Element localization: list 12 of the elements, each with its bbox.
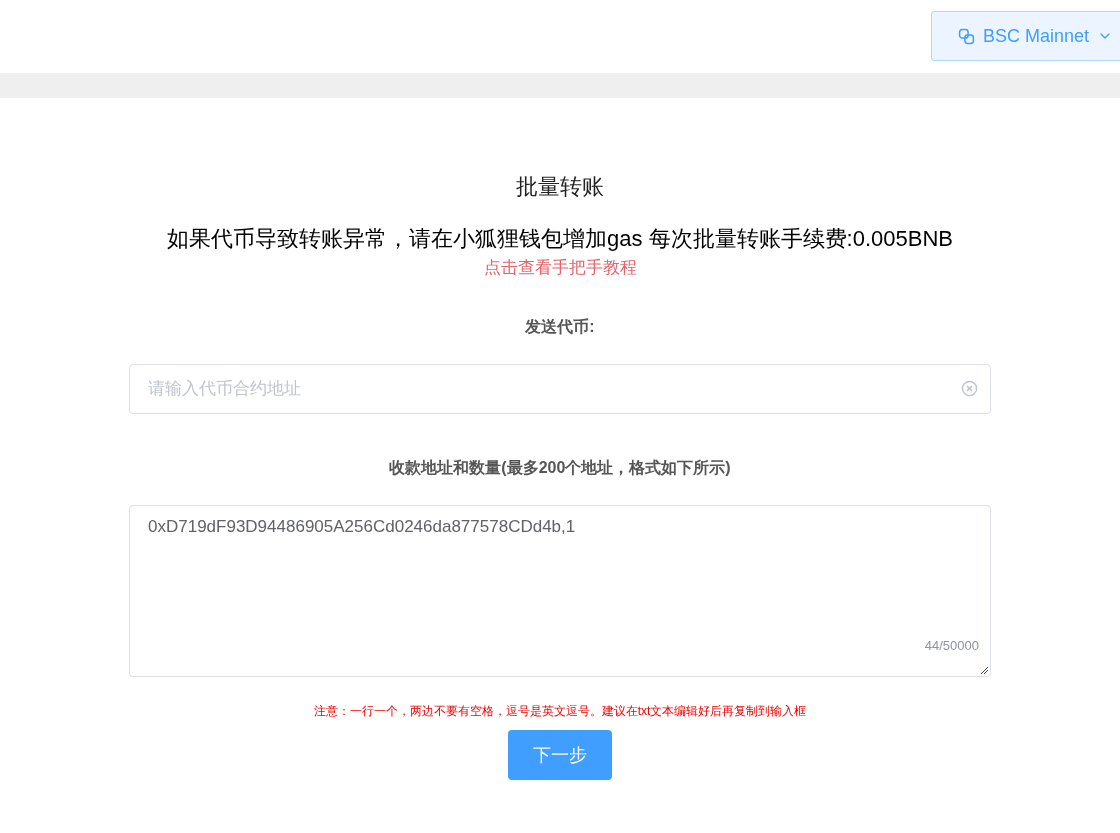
recipients-label: 收款地址和数量(最多200个地址，格式如下所示) [389, 458, 731, 478]
network-selector[interactable]: BSC Mainnet [931, 11, 1120, 61]
next-button[interactable]: 下一步 [508, 730, 612, 780]
tutorial-link[interactable]: 点击查看手把手教程 [483, 256, 637, 280]
token-label: 发送代币: [525, 317, 595, 337]
page-title: 批量转账 [516, 173, 604, 201]
note-text: 注意：一行一个，两边不要有空格，逗号是英文逗号。建议在txt文本编辑好后再复制到输入框 [313, 703, 807, 720]
token-address-field[interactable]: 请输入代币合约地址 [129, 364, 991, 414]
character-counter: 44/50000 [924, 636, 979, 655]
subtitle: 如果代币导致转账异常，请在小狐狸钱包增加gas 每次批量转账手续费:0.005BNB [167, 225, 953, 253]
link-icon [958, 27, 975, 45]
resize-handle-icon[interactable] [980, 666, 989, 675]
